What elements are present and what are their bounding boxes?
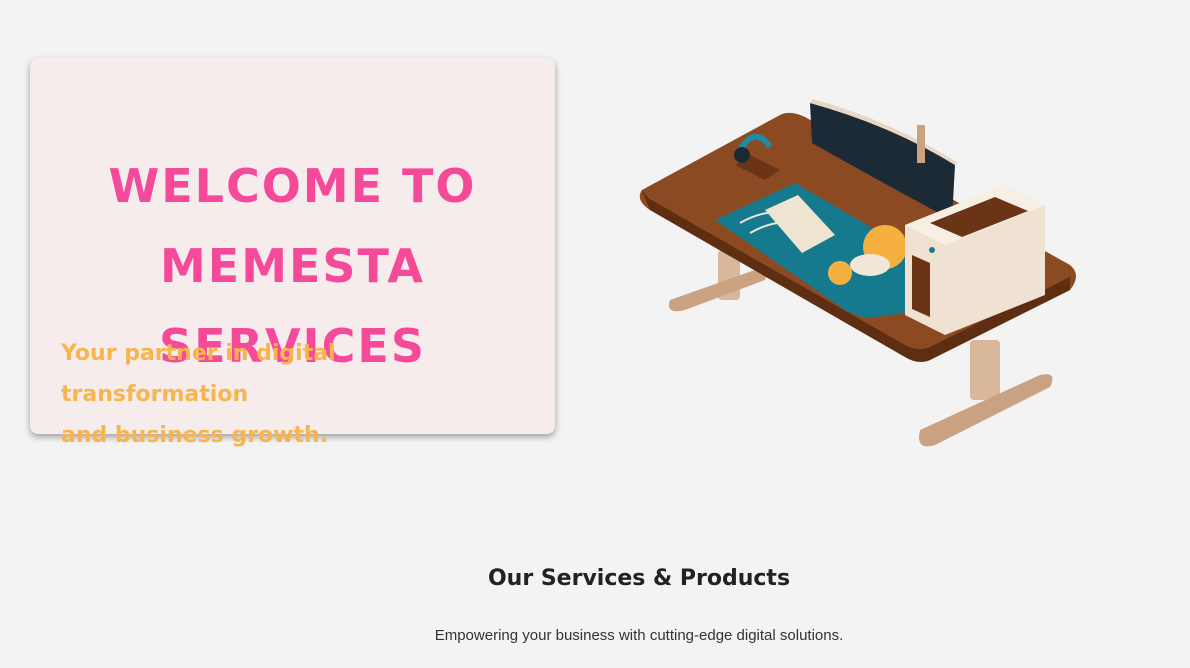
hero-title-line-1: WELCOME TO <box>108 159 477 213</box>
mouse <box>850 254 890 276</box>
desk-leg-right <box>919 340 1053 447</box>
services-section-title: Our Services & Products <box>487 566 791 591</box>
hero-tagline-line-2: and business growth. <box>61 423 328 448</box>
hero-tagline-line-1: Your partner in digital transformation <box>61 341 336 407</box>
hero-card: WELCOME TO MEMESTA SERVICES Your partner… <box>30 58 555 448</box>
desk-workstation-illustration <box>639 99 1076 447</box>
services-section-subtitle: Empowering your business with cutting-ed… <box>434 627 844 644</box>
hero-title-line-2: MEMESTA <box>160 239 425 293</box>
hero-tagline: Your partner in digital transformation a… <box>61 333 521 456</box>
